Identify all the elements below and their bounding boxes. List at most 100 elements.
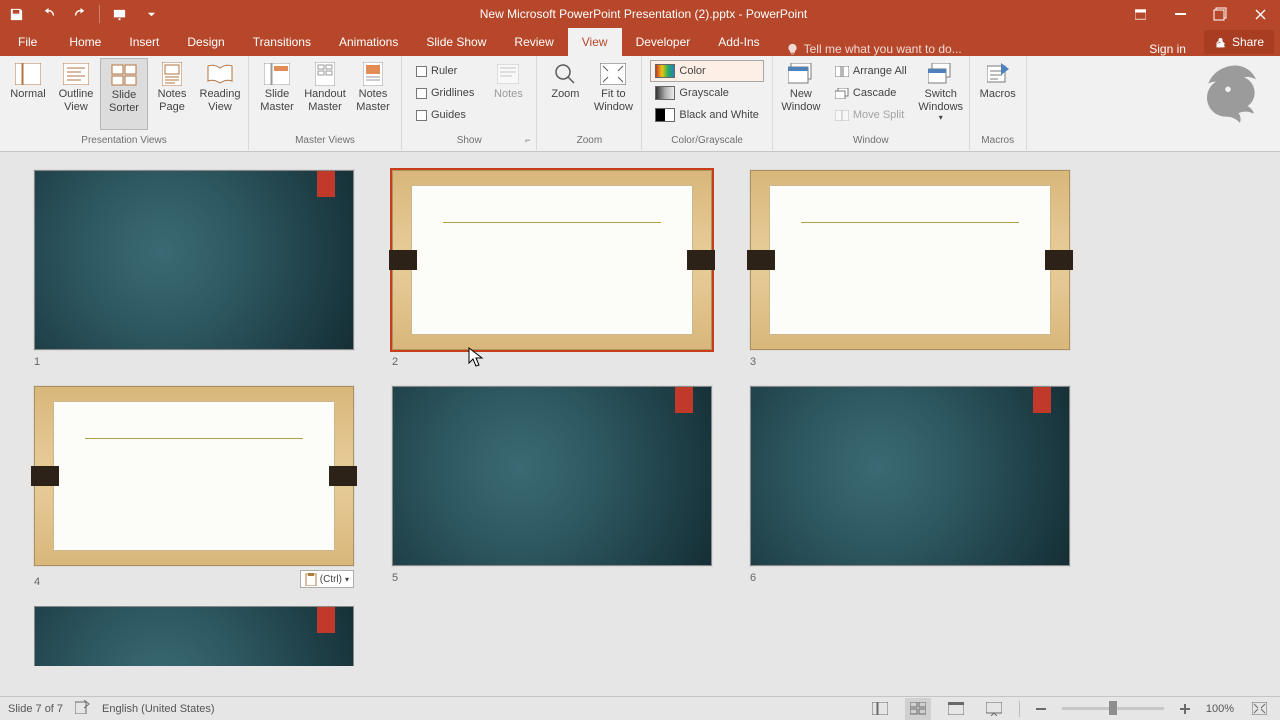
reading-view-status-button[interactable]	[943, 698, 969, 720]
zoom-out-button[interactable]	[1032, 698, 1050, 720]
slide-number: 4	[34, 576, 40, 588]
ruler-checkbox[interactable]: Ruler	[410, 60, 480, 82]
color-button[interactable]: Color	[650, 60, 763, 82]
slide-thumbnail-5[interactable]: 5	[392, 386, 712, 588]
group-macros: Macros Macros	[970, 56, 1027, 150]
zoom-level[interactable]: 100%	[1206, 703, 1234, 715]
macros-button[interactable]: Macros	[974, 58, 1022, 130]
tab-transitions[interactable]: Transitions	[239, 28, 325, 56]
slide-thumbnail-4[interactable]: 4 (Ctrl) ▾	[34, 386, 354, 588]
zoom-slider-handle[interactable]	[1109, 701, 1117, 715]
ribbon-display-button[interactable]	[1120, 0, 1160, 28]
chevron-down-icon	[147, 10, 156, 19]
tell-me-placeholder: Tell me what you want to do...	[804, 42, 962, 56]
slide-thumbnail-1[interactable]: 1	[34, 170, 354, 368]
share-icon	[1214, 36, 1227, 49]
handout-master-button[interactable]: Handout Master	[301, 58, 349, 130]
minimize-button[interactable]	[1160, 0, 1200, 28]
redo-button[interactable]	[64, 0, 96, 28]
new-window-button[interactable]: New Window	[777, 58, 825, 130]
tab-home[interactable]: Home	[55, 28, 115, 56]
tab-design[interactable]: Design	[173, 28, 238, 56]
normal-view-status-button[interactable]	[867, 698, 893, 720]
language-status[interactable]: English (United States)	[102, 703, 215, 715]
notes-master-button[interactable]: Notes Master	[349, 58, 397, 130]
tell-me-search[interactable]: Tell me what you want to do...	[774, 42, 962, 56]
normal-view-button[interactable]: Normal	[4, 58, 52, 130]
undo-button[interactable]	[32, 0, 64, 28]
ribbon-tabs: File Home Insert Design Transitions Anim…	[0, 28, 1280, 56]
qat-customize-button[interactable]	[135, 0, 167, 28]
ribbon-display-icon	[1135, 9, 1146, 20]
slide-thumbnail-2[interactable]: 2	[392, 170, 712, 368]
outline-view-button[interactable]: Outline View	[52, 58, 100, 130]
group-color-grayscale: Color Grayscale Black and White Color/Gr…	[642, 56, 772, 150]
move-split-icon	[835, 110, 849, 121]
switch-windows-button[interactable]: Switch Windows▾	[917, 58, 965, 130]
close-icon	[1255, 9, 1266, 20]
status-bar: Slide 7 of 7 English (United States) 100…	[0, 696, 1280, 720]
presentation-icon	[112, 7, 127, 22]
tab-developer[interactable]: Developer	[622, 28, 705, 56]
grayscale-button[interactable]: Grayscale	[650, 82, 763, 104]
spell-check-icon[interactable]	[75, 700, 90, 717]
notes-page-button[interactable]: Notes Page	[148, 58, 196, 130]
slide-thumbnail-6[interactable]: 6	[750, 386, 1070, 588]
switch-windows-icon	[927, 62, 955, 86]
arrange-all-icon	[835, 66, 849, 77]
slide-sorter-workspace[interactable]: 1 2 3 4 (Ctrl) ▾ 5 6	[0, 152, 1280, 696]
checkbox-icon	[416, 66, 427, 77]
clipboard-icon	[305, 573, 317, 586]
reading-view-button[interactable]: Reading View	[196, 58, 244, 130]
sign-in-link[interactable]: Sign in	[1137, 42, 1198, 56]
slide-sorter-button[interactable]: Slide Sorter	[100, 58, 148, 130]
dialog-launcher-icon[interactable]: ⌐	[525, 135, 530, 145]
group-window: New Window Arrange All Cascade Move Spli…	[773, 56, 970, 150]
slide-show-status-button[interactable]	[981, 698, 1007, 720]
title-bar: New Microsoft PowerPoint Presentation (2…	[0, 0, 1280, 28]
zoom-slider[interactable]	[1062, 707, 1164, 710]
tab-addins[interactable]: Add-Ins	[704, 28, 773, 56]
group-label: Macros	[981, 135, 1014, 148]
window-controls	[1120, 0, 1280, 28]
slide-sorter-status-button[interactable]	[905, 698, 931, 720]
arrange-all-button[interactable]: Arrange All	[829, 60, 913, 82]
tab-review[interactable]: Review	[500, 28, 567, 56]
slide-sorter-icon	[110, 63, 138, 87]
slide-number: 2	[392, 356, 712, 368]
window-title: New Microsoft PowerPoint Presentation (2…	[167, 7, 1120, 21]
save-button[interactable]	[0, 0, 32, 28]
notes-icon	[494, 62, 522, 86]
gridlines-checkbox[interactable]: Gridlines	[410, 82, 480, 104]
slide-thumbnail-7[interactable]	[34, 606, 354, 666]
black-white-button[interactable]: Black and White	[650, 104, 763, 126]
tab-file[interactable]: File	[0, 28, 55, 56]
paste-options-button[interactable]: (Ctrl) ▾	[300, 570, 354, 588]
share-button[interactable]: Share	[1204, 30, 1274, 54]
guides-checkbox[interactable]: Guides	[410, 104, 480, 126]
group-label: Color/Grayscale	[671, 135, 743, 148]
share-label: Share	[1232, 35, 1264, 49]
slide-thumbnail-3[interactable]: 3	[750, 170, 1070, 368]
zoom-in-button[interactable]	[1176, 698, 1194, 720]
handout-master-icon	[311, 62, 339, 86]
group-label: Master Views	[295, 135, 355, 148]
chevron-down-icon: ▾	[345, 575, 349, 584]
quick-access-toolbar	[0, 0, 167, 28]
save-icon	[9, 7, 24, 22]
tab-view[interactable]: View	[568, 28, 622, 56]
lightbulb-icon	[786, 43, 799, 56]
tab-slide-show[interactable]: Slide Show	[412, 28, 500, 56]
cascade-button[interactable]: Cascade	[829, 82, 913, 104]
dragon-logo-icon	[1200, 62, 1270, 132]
fit-to-window-status-button[interactable]	[1246, 698, 1272, 720]
slide-master-button[interactable]: Slide Master	[253, 58, 301, 130]
zoom-button[interactable]: Zoom	[541, 58, 589, 130]
group-label: Zoom	[577, 135, 603, 148]
tab-insert[interactable]: Insert	[115, 28, 173, 56]
restore-button[interactable]	[1200, 0, 1240, 28]
start-from-beginning-button[interactable]	[103, 0, 135, 28]
fit-to-window-button[interactable]: Fit to Window	[589, 58, 637, 130]
close-button[interactable]	[1240, 0, 1280, 28]
tab-animations[interactable]: Animations	[325, 28, 412, 56]
